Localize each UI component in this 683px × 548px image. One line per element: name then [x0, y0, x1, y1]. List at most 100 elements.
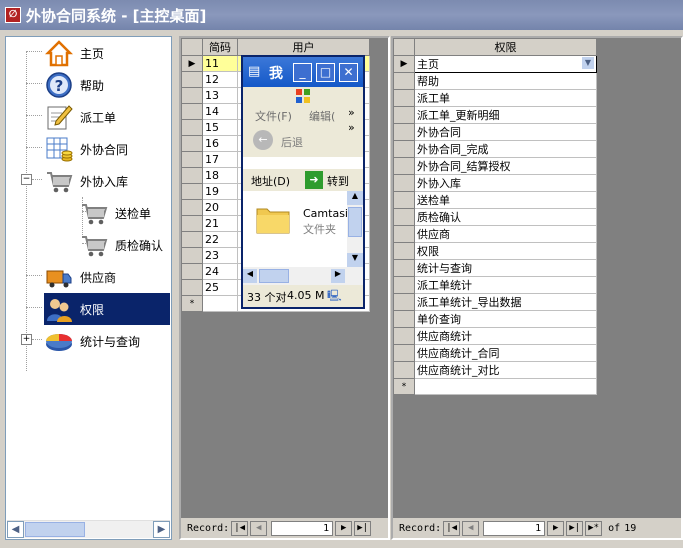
table-row[interactable]: 派工单_更新明细: [393, 106, 597, 124]
row-selector[interactable]: [393, 344, 415, 362]
table-cell[interactable]: 20: [202, 199, 238, 216]
column-header-permission[interactable]: 权限: [414, 38, 597, 56]
row-selector[interactable]: [393, 191, 415, 209]
table-cell[interactable]: 帮助: [414, 72, 597, 90]
prev-record-button[interactable]: ◀: [250, 520, 268, 536]
row-selector[interactable]: [393, 259, 415, 277]
close-button[interactable]: ✕: [339, 63, 358, 82]
table-cell[interactable]: 24: [202, 263, 238, 280]
table-cell[interactable]: 18: [202, 167, 238, 184]
scroll-thumb[interactable]: [25, 522, 85, 537]
scroll-right-arrow[interactable]: ▶: [153, 521, 170, 538]
table-row[interactable]: 权限: [393, 242, 597, 260]
row-selector[interactable]: [181, 119, 203, 136]
scroll-right-arrow[interactable]: ▶: [331, 269, 345, 283]
table-cell[interactable]: 权限: [414, 242, 597, 260]
table-cell[interactable]: 外协合同: [414, 123, 597, 141]
table-cell[interactable]: 12: [202, 71, 238, 88]
row-selector[interactable]: [393, 123, 415, 141]
tree-item-help[interactable]: ? 帮助: [44, 69, 104, 101]
table-cell[interactable]: 主页 ▼: [414, 55, 597, 73]
tree-item-stats-query[interactable]: 统计与查询: [44, 325, 140, 357]
table-cell[interactable]: 外协入库: [414, 174, 597, 192]
table-cell[interactable]: 23: [202, 247, 238, 264]
new-record-row[interactable]: *: [393, 378, 597, 395]
table-cell[interactable]: 派工单统计_导出数据: [414, 293, 597, 311]
row-selector[interactable]: [393, 225, 415, 243]
table-row[interactable]: 外协合同_结算授权: [393, 157, 597, 175]
first-record-button[interactable]: |◀: [231, 520, 249, 536]
row-selector[interactable]: [181, 151, 203, 168]
tree-item-outsource-inbound[interactable]: 外协入库: [44, 165, 128, 197]
tree-item-home[interactable]: 主页: [44, 37, 104, 69]
row-selector[interactable]: [393, 157, 415, 175]
table-row[interactable]: 外协合同_完成: [393, 140, 597, 158]
explorer-window[interactable]: ▤ 我 _ □ ✕ 文件(F) 编辑( » ← 后退 » 地址(D) ➜ 转到 …: [241, 55, 365, 309]
table-cell[interactable]: 14: [202, 103, 238, 120]
table-row[interactable]: 统计与查询: [393, 259, 597, 277]
row-selector[interactable]: [181, 135, 203, 152]
row-selector[interactable]: [181, 167, 203, 184]
table-row[interactable]: 帮助: [393, 72, 597, 90]
table-row[interactable]: 供应商统计_合同: [393, 344, 597, 362]
row-selector[interactable]: [181, 247, 203, 264]
last-record-button[interactable]: ▶|: [566, 520, 584, 536]
row-selector[interactable]: [393, 327, 415, 345]
prev-record-button[interactable]: ◀: [462, 520, 480, 536]
first-record-button[interactable]: |◀: [443, 520, 461, 536]
scroll-up-arrow[interactable]: ▲: [347, 191, 363, 205]
table-cell[interactable]: 21: [202, 215, 238, 232]
table-cell[interactable]: 17: [202, 151, 238, 168]
table-row[interactable]: 单价查询: [393, 310, 597, 328]
next-record-button[interactable]: ▶: [335, 520, 353, 536]
table-cell[interactable]: 质检确认: [414, 208, 597, 226]
table-row[interactable]: 派工单统计: [393, 276, 597, 294]
record-number-field[interactable]: 1: [483, 520, 546, 536]
row-selector[interactable]: [181, 103, 203, 120]
row-selector[interactable]: [181, 183, 203, 200]
table-cell[interactable]: 外协合同_结算授权: [414, 157, 597, 175]
row-selector[interactable]: [181, 87, 203, 104]
column-header-code[interactable]: 简码: [202, 38, 238, 56]
explorer-title-bar[interactable]: ▤ 我 _ □ ✕: [243, 57, 363, 87]
row-selector[interactable]: [181, 71, 203, 88]
maximize-button[interactable]: □: [316, 63, 335, 82]
row-selector[interactable]: [181, 231, 203, 248]
dropdown-arrow-icon[interactable]: ▼: [582, 57, 594, 69]
table-cell[interactable]: 单价查询: [414, 310, 597, 328]
scroll-left-arrow[interactable]: ◀: [243, 269, 257, 283]
row-selector[interactable]: [393, 310, 415, 328]
row-selector[interactable]: [393, 242, 415, 260]
record-number-field[interactable]: 1: [271, 520, 334, 536]
row-selector[interactable]: [393, 276, 415, 294]
tree-collapse-toggle[interactable]: −: [21, 174, 32, 185]
table-row[interactable]: ▶ 主页 ▼: [393, 55, 597, 73]
menu-edit[interactable]: 编辑(: [309, 108, 335, 124]
table-cell[interactable]: 供应商统计_合同: [414, 344, 597, 362]
row-selector[interactable]: [181, 199, 203, 216]
last-record-button[interactable]: ▶|: [354, 520, 372, 536]
table-cell[interactable]: 供应商统计_对比: [414, 361, 597, 379]
table-cell[interactable]: [414, 378, 597, 395]
table-cell[interactable]: 供应商: [414, 225, 597, 243]
table-cell[interactable]: [202, 295, 238, 312]
table-row[interactable]: 派工单: [393, 89, 597, 107]
table-cell[interactable]: 派工单_更新明细: [414, 106, 597, 124]
next-record-button[interactable]: ▶: [547, 520, 565, 536]
table-row[interactable]: 供应商: [393, 225, 597, 243]
table-cell[interactable]: 统计与查询: [414, 259, 597, 277]
minimize-button[interactable]: _: [293, 63, 312, 82]
table-cell[interactable]: 16: [202, 135, 238, 152]
back-button-label[interactable]: 后退: [281, 134, 303, 150]
back-arrow-icon[interactable]: ←: [253, 130, 273, 150]
tree-item-permissions[interactable]: 权限: [44, 293, 170, 325]
row-selector[interactable]: ▶: [181, 55, 203, 72]
toolbar-overflow-chevron[interactable]: »: [348, 121, 355, 134]
table-cell[interactable]: 派工单统计: [414, 276, 597, 294]
scroll-thumb[interactable]: [259, 269, 289, 283]
tree-horizontal-scrollbar[interactable]: ◀ ▶: [7, 520, 170, 538]
table-row[interactable]: 供应商统计_对比: [393, 361, 597, 379]
explorer-horizontal-scrollbar[interactable]: ◀ ▶: [243, 267, 363, 285]
table-cell[interactable]: 19: [202, 183, 238, 200]
table-cell[interactable]: 22: [202, 231, 238, 248]
